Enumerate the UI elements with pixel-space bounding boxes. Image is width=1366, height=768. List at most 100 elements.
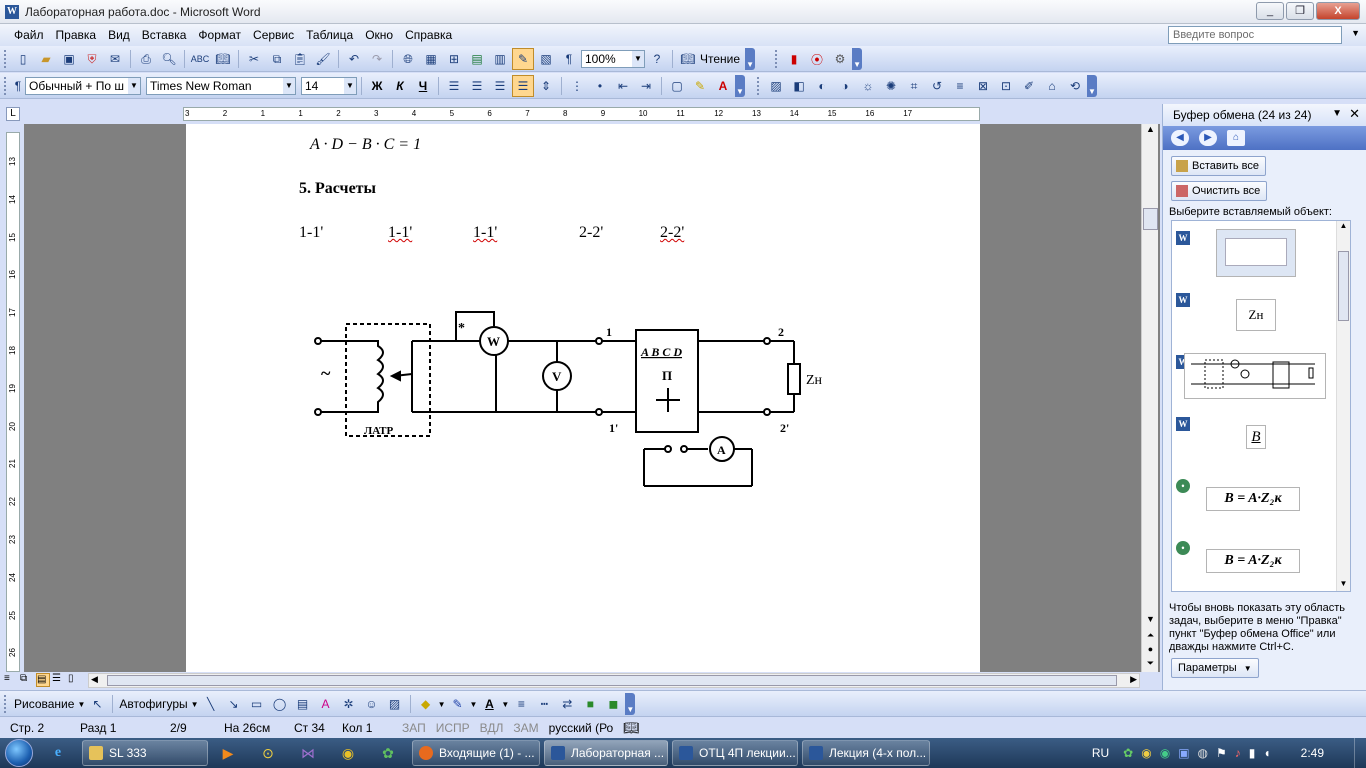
shadow-icon[interactable]: ■ (579, 693, 601, 715)
align-center-icon[interactable]: ☰ (466, 75, 488, 97)
taskbar-item-word-lab[interactable]: Лабораторная ... (544, 740, 668, 766)
scroll-up-icon[interactable]: ▲ (1143, 124, 1158, 140)
decrease-indent-icon[interactable]: ⇤ (612, 75, 634, 97)
tables-borders-icon[interactable]: ▦ (420, 48, 442, 70)
tray-app-icon-1[interactable]: ✿ (1123, 746, 1133, 760)
menu-insert[interactable]: Вставка (136, 24, 193, 46)
web-view-icon[interactable]: ⧉ (20, 673, 34, 687)
print-preview-icon[interactable]: 🔍︎ (158, 48, 180, 70)
spelling-icon[interactable]: ABC (189, 48, 211, 70)
taskbar-item-folder[interactable]: SL 333 (82, 740, 208, 766)
volume-icon[interactable]: ♪ (1235, 746, 1241, 760)
document-page[interactable]: A · D − B · C = 1 5. Расчеты 1-1' 1-1' 1… (186, 124, 980, 672)
normal-view-icon[interactable]: ≡ (4, 673, 18, 687)
size-dropdown-icon[interactable]: ▼ (344, 78, 356, 94)
diagram-icon[interactable]: ✲ (338, 693, 360, 715)
borders-icon[interactable]: ▢ (666, 75, 688, 97)
menu-file[interactable]: Файл (8, 24, 50, 46)
tray-app-icon-3[interactable]: ◉ (1160, 746, 1170, 760)
insert-picture-draw-icon[interactable]: ▨ (384, 693, 406, 715)
settings-gear-icon[interactable]: ⚙ (829, 48, 851, 70)
pane-close-icon[interactable]: ✕ (1349, 106, 1360, 122)
line-color-icon[interactable]: ✎ (446, 693, 468, 715)
show-desktop-button[interactable] (1354, 738, 1366, 768)
toolbar-options-icon[interactable]: ▼ (745, 48, 756, 70)
style-select[interactable]: Обычный + По ш ▼ (25, 77, 141, 95)
clip-item-3[interactable]: W (1176, 349, 1334, 405)
reading-layout-icon[interactable]: 📖︎ (677, 48, 699, 70)
clip-item-5[interactable]: • B = A·Z₂к (1176, 473, 1334, 529)
less-brightness-icon[interactable]: ✺ (880, 75, 902, 97)
home-icon[interactable]: ⌂ (1227, 130, 1245, 146)
autoshapes-dropdown-icon[interactable]: ▼ (191, 700, 199, 709)
menu-table[interactable]: Таблица (300, 24, 359, 46)
status-track[interactable]: ИСПР (436, 721, 470, 735)
align-left-icon[interactable]: ☰ (443, 75, 465, 97)
italic-button[interactable]: К (389, 75, 411, 97)
document-map-icon[interactable]: ▧ (535, 48, 557, 70)
font-select[interactable]: Times New Roman ▼ (146, 77, 296, 95)
vertical-ruler[interactable]: 13 14 15 16 17 18 19 20 21 22 23 24 25 26 (0, 124, 24, 672)
fill-dropdown-icon[interactable]: ▼ (438, 700, 446, 709)
app-pin-icon[interactable]: ⊙ (248, 739, 288, 767)
utility-icon[interactable]: ✿ (368, 739, 408, 767)
line-style-draw-icon[interactable]: ≡ (510, 693, 532, 715)
styles-icon[interactable]: ¶ (12, 75, 24, 97)
forward-icon[interactable]: ▶ (1199, 130, 1217, 146)
horizontal-ruler[interactable]: L 3 2 1 1 2 3 4 5 6 7 8 9 10 11 12 13 14 15 16 17 (0, 104, 1160, 124)
undo-icon[interactable]: ↶ (343, 48, 365, 70)
help-icon[interactable]: ? (646, 48, 668, 70)
text-wrap-icon[interactable]: ⊡ (995, 75, 1017, 97)
clip-scroll-thumb[interactable] (1338, 251, 1349, 321)
restore-button[interactable]: ❐ (1286, 2, 1314, 20)
draw-dropdown-icon[interactable]: ▼ (77, 700, 85, 709)
circuit-diagram[interactable]: ~ ЛАТР * W V A B C D П 1 1' 2 2' Zн A (296, 304, 836, 494)
align-right-icon[interactable]: ☰ (489, 75, 511, 97)
permission-icon[interactable]: ⛨ (81, 48, 103, 70)
highlight-icon[interactable]: ✎ (689, 75, 711, 97)
pdf-icon[interactable]: ▮ (783, 48, 805, 70)
insert-picture-icon[interactable]: ▨ (765, 75, 787, 97)
pdf-create-icon[interactable]: ⦿ (806, 48, 828, 70)
crop-icon[interactable]: ⌗ (903, 75, 925, 97)
back-icon[interactable]: ◀ (1171, 130, 1189, 146)
hyperlink-icon[interactable]: 🌐︎ (397, 48, 419, 70)
scroll-thumb[interactable] (1143, 208, 1158, 230)
picture-options-icon[interactable]: ▼ (1087, 75, 1097, 97)
bold-button[interactable]: Ж (366, 75, 388, 97)
insert-excel-icon[interactable]: ▤ (466, 48, 488, 70)
oval-icon[interactable]: ◯ (269, 693, 291, 715)
chrome-icon[interactable]: ◉ (328, 739, 368, 767)
textbox-icon[interactable]: ▤ (292, 693, 314, 715)
pane-menu-icon[interactable]: ▼ (1332, 108, 1342, 119)
outline-view-icon[interactable]: ☰ (52, 673, 66, 687)
line-style-icon[interactable]: ≡ (949, 75, 971, 97)
horizontal-scrollbar[interactable]: ◀ ▶ (88, 673, 1140, 688)
spelling-status-icon[interactable]: 📖︎ (623, 720, 640, 736)
taskbar-item-firefox[interactable]: Входящие (1) - ... (412, 740, 540, 766)
save-icon[interactable]: ▣ (58, 48, 80, 70)
font-size-select[interactable]: 14 ▼ (301, 77, 357, 95)
new-document-icon[interactable]: ▯ (12, 48, 34, 70)
rectangle-icon[interactable]: ▭ (246, 693, 268, 715)
scroll-down-icon[interactable]: ▼ (1143, 614, 1158, 628)
clip-scroll-up-icon[interactable]: ▲ (1337, 221, 1350, 230)
visual-studio-icon[interactable]: ⋈ (288, 739, 328, 767)
arrow-style-icon[interactable]: ⇄ (556, 693, 578, 715)
numbering-icon[interactable]: ⋮ (566, 75, 588, 97)
zoom-select[interactable]: 100% ▼ (581, 50, 645, 68)
style-dropdown-icon[interactable]: ▼ (128, 78, 140, 94)
menu-help[interactable]: Справка (399, 24, 458, 46)
copy-icon[interactable]: ⧉ (266, 48, 288, 70)
network-icon[interactable]: ◖ (1263, 746, 1270, 760)
draw-font-color-icon[interactable]: A (478, 693, 500, 715)
menu-window[interactable]: Окно (359, 24, 399, 46)
columns-icon[interactable]: ▥ (489, 48, 511, 70)
drawing-options-icon[interactable]: ▼ (625, 693, 636, 715)
clip-item-1[interactable]: W (1176, 225, 1334, 281)
menu-view[interactable]: Вид (102, 24, 136, 46)
action-center-flag-icon[interactable]: ⚑ (1216, 746, 1227, 760)
rotate-icon[interactable]: ↺ (926, 75, 948, 97)
paste-icon[interactable]: 📋︎ (289, 48, 311, 70)
redo-icon[interactable]: ↷ (366, 48, 388, 70)
